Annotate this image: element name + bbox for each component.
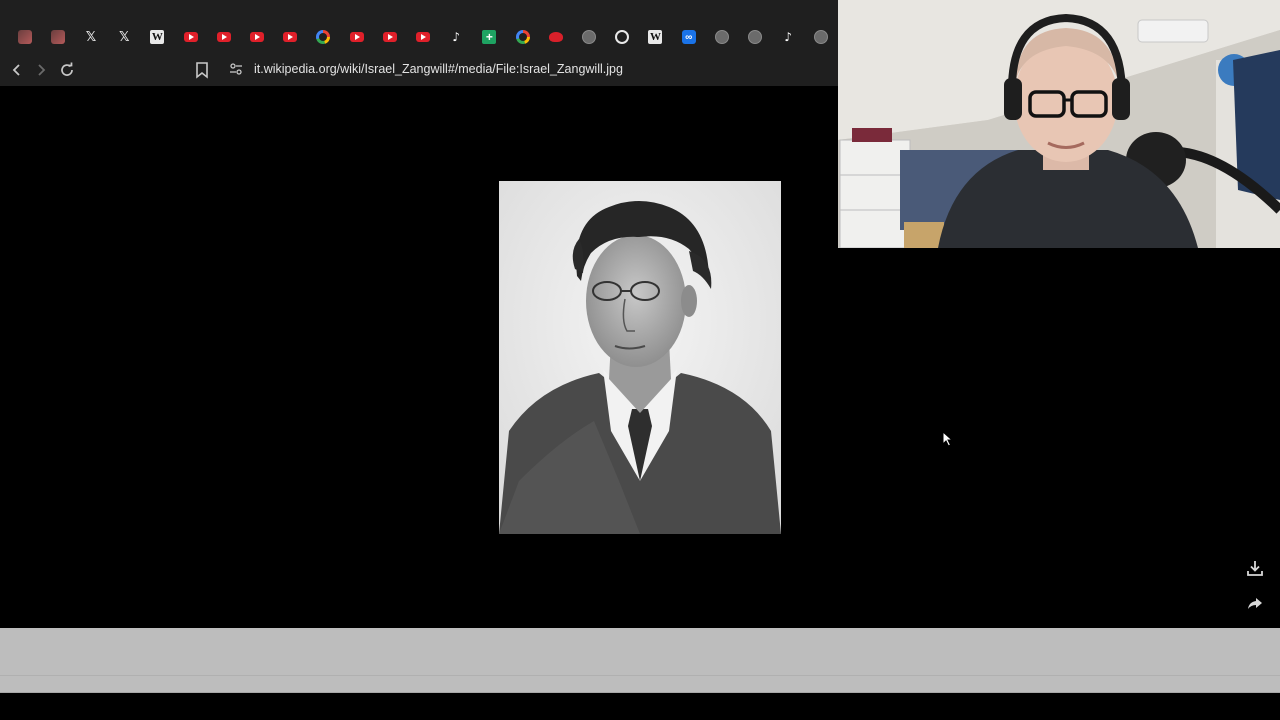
youtube-icon bbox=[283, 32, 298, 42]
divider bbox=[0, 675, 1280, 676]
browser-tab[interactable] bbox=[240, 20, 273, 54]
browser-tab[interactable] bbox=[406, 20, 439, 54]
youtube-icon bbox=[416, 32, 431, 42]
ring-icon bbox=[615, 30, 630, 44]
avatar-icon bbox=[50, 30, 65, 44]
wikipedia-icon: W bbox=[150, 30, 165, 44]
browser-tab[interactable]: ♪ bbox=[772, 20, 805, 54]
reload-icon bbox=[61, 62, 73, 76]
browser-tab[interactable] bbox=[41, 20, 74, 54]
wikipedia-icon: W bbox=[648, 30, 663, 44]
bottom-strip bbox=[0, 628, 1280, 693]
browser-tab[interactable] bbox=[207, 20, 240, 54]
browser-tab[interactable] bbox=[174, 20, 207, 54]
browser-tab[interactable]: W bbox=[639, 20, 672, 54]
reload-button[interactable] bbox=[55, 58, 79, 82]
site-settings-icon[interactable] bbox=[229, 62, 243, 76]
youtube-icon bbox=[183, 32, 198, 42]
browser-tab[interactable]: W bbox=[141, 20, 174, 54]
browser-tab[interactable] bbox=[274, 20, 307, 54]
back-button[interactable] bbox=[5, 58, 29, 82]
browser-tab[interactable]: ♪ bbox=[440, 20, 473, 54]
globe-icon bbox=[582, 30, 597, 44]
browser-tab[interactable] bbox=[705, 20, 738, 54]
sheets-icon: + bbox=[482, 30, 497, 44]
download-button[interactable] bbox=[1243, 556, 1267, 580]
youtube-icon bbox=[349, 32, 364, 42]
browser-tab[interactable] bbox=[805, 20, 838, 54]
forward-button[interactable] bbox=[29, 58, 53, 82]
back-arrow-icon bbox=[12, 64, 20, 76]
red-logo-icon bbox=[548, 32, 563, 42]
browser-tab[interactable]: + bbox=[473, 20, 506, 54]
url-text[interactable]: it.wikipedia.org/wiki/Israel_Zangwill#/m… bbox=[254, 62, 623, 76]
avatar-icon bbox=[17, 30, 32, 44]
portrait-image bbox=[499, 181, 781, 534]
globe-icon bbox=[814, 30, 829, 44]
google-icon bbox=[316, 30, 331, 44]
address-toolbar: it.wikipedia.org/wiki/Israel_Zangwill#/m… bbox=[0, 54, 838, 86]
browser-tab[interactable]: 𝕏 bbox=[108, 20, 141, 54]
browser-tab[interactable] bbox=[307, 20, 340, 54]
browser-tab[interactable] bbox=[506, 20, 539, 54]
browser-tab[interactable] bbox=[539, 20, 572, 54]
tiktok-icon: ♪ bbox=[452, 30, 461, 44]
tiktok-icon: ♪ bbox=[784, 30, 793, 44]
tab-strip: 𝕏 𝕏 W ♪ + W ∞ ♪ bbox=[0, 0, 838, 54]
download-icon bbox=[1247, 561, 1263, 576]
x-icon: 𝕏 bbox=[118, 29, 130, 45]
address-bar[interactable]: it.wikipedia.org/wiki/Israel_Zangwill#/m… bbox=[222, 54, 838, 84]
screen: 𝕏 𝕏 W ♪ + W ∞ ♪ it.wikipedia.org/wiki/Israel_Za… bbox=[0, 0, 1280, 720]
browser-tab[interactable]: ∞ bbox=[672, 20, 705, 54]
globe-icon bbox=[748, 30, 763, 44]
browser-tab[interactable] bbox=[8, 20, 41, 54]
browser-tab[interactable] bbox=[606, 20, 639, 54]
share-icon bbox=[1248, 598, 1262, 609]
browser-tab[interactable]: 𝕏 bbox=[74, 20, 107, 54]
youtube-icon bbox=[250, 32, 265, 42]
browser-tab[interactable] bbox=[738, 20, 771, 54]
browser-tab[interactable] bbox=[373, 20, 406, 54]
browser-tab[interactable] bbox=[340, 20, 373, 54]
youtube-icon bbox=[216, 32, 231, 42]
infinity-icon: ∞ bbox=[681, 30, 696, 44]
share-button[interactable] bbox=[1243, 591, 1267, 615]
webcam-feed bbox=[838, 0, 1280, 248]
forward-arrow-icon bbox=[38, 64, 46, 76]
mouse-cursor bbox=[942, 431, 954, 447]
webcam-overlay bbox=[838, 0, 1280, 248]
browser-tab[interactable] bbox=[572, 20, 605, 54]
youtube-icon bbox=[382, 32, 397, 42]
globe-icon bbox=[714, 30, 729, 44]
portrait-photo[interactable] bbox=[499, 181, 781, 534]
google-icon bbox=[515, 30, 530, 44]
bookmark-icon bbox=[196, 62, 208, 79]
x-icon: 𝕏 bbox=[85, 29, 97, 45]
bookmark-button[interactable] bbox=[193, 60, 211, 80]
